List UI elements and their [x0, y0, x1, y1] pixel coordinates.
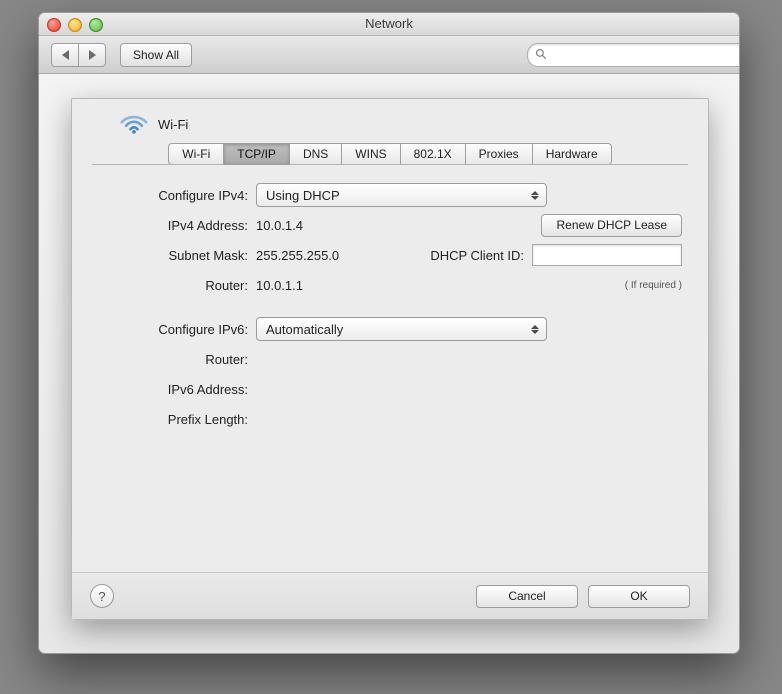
- configure-ipv4-select[interactable]: Using DHCP: [256, 183, 547, 207]
- help-button[interactable]: ?: [90, 584, 114, 608]
- cancel-button[interactable]: Cancel: [476, 585, 578, 608]
- tab-8021x[interactable]: 802.1X: [400, 143, 466, 165]
- minimize-icon[interactable]: [68, 18, 82, 32]
- forward-button[interactable]: [79, 43, 106, 67]
- window-title: Network: [39, 13, 739, 35]
- label-subnet-mask: Subnet Mask:: [98, 248, 256, 263]
- toolbar: Show All: [39, 36, 739, 74]
- tab-tcpip[interactable]: TCP/IP: [223, 143, 290, 165]
- search-input[interactable]: [527, 43, 740, 67]
- label-configure-ipv4: Configure IPv4:: [98, 188, 256, 203]
- back-button[interactable]: [51, 43, 79, 67]
- tab-hardware[interactable]: Hardware: [532, 143, 612, 165]
- configure-ipv6-value: Automatically: [266, 322, 343, 337]
- label-router-ipv6: Router:: [98, 352, 256, 367]
- titlebar[interactable]: Network: [39, 13, 739, 36]
- chevron-up-down-icon: [528, 320, 542, 338]
- chevron-left-icon: [62, 50, 69, 60]
- tab-bar: Wi-Fi TCP/IP DNS WINS 802.1X Proxies Har…: [92, 143, 688, 165]
- preferences-window: Network Show All: [38, 12, 740, 654]
- hint-if-required: ( If required ): [625, 280, 682, 291]
- value-subnet-mask: 255.255.255.0: [256, 248, 339, 263]
- wifi-icon: [120, 113, 148, 135]
- interface-name: Wi-Fi: [158, 117, 188, 132]
- search-icon: [535, 48, 547, 60]
- renew-dhcp-lease-button[interactable]: Renew DHCP Lease: [541, 214, 682, 237]
- dhcp-client-id-field[interactable]: [532, 244, 682, 266]
- zoom-icon[interactable]: [89, 18, 103, 32]
- configure-ipv6-select[interactable]: Automatically: [256, 317, 547, 341]
- advanced-sheet: Wi-Fi Wi-Fi TCP/IP DNS WINS 802.1X Proxi…: [71, 98, 709, 620]
- label-prefix-length: Prefix Length:: [98, 412, 256, 427]
- value-ipv4-address: 10.0.1.4: [256, 218, 303, 233]
- label-configure-ipv6: Configure IPv6:: [98, 322, 256, 337]
- sheet-footer: ? Cancel OK: [72, 572, 708, 619]
- label-dhcp-client-id: DHCP Client ID:: [430, 248, 524, 263]
- value-router-ipv4: 10.0.1.1: [256, 278, 303, 293]
- tab-proxies[interactable]: Proxies: [465, 143, 533, 165]
- label-ipv6-address: IPv6 Address:: [98, 382, 256, 397]
- tab-wins[interactable]: WINS: [341, 143, 400, 165]
- show-all-button[interactable]: Show All: [120, 43, 192, 67]
- tcpip-form: Configure IPv4: Using DHCP IPv4 Address:…: [72, 165, 708, 433]
- close-icon[interactable]: [47, 18, 61, 32]
- ok-button[interactable]: OK: [588, 585, 690, 608]
- label-router-ipv4: Router:: [98, 278, 256, 293]
- tab-dns[interactable]: DNS: [289, 143, 342, 165]
- configure-ipv4-value: Using DHCP: [266, 188, 340, 203]
- tab-wifi[interactable]: Wi-Fi: [168, 143, 224, 165]
- chevron-right-icon: [89, 50, 96, 60]
- label-ipv4-address: IPv4 Address:: [98, 218, 256, 233]
- nav-back-forward: [51, 43, 106, 67]
- chevron-up-down-icon: [528, 186, 542, 204]
